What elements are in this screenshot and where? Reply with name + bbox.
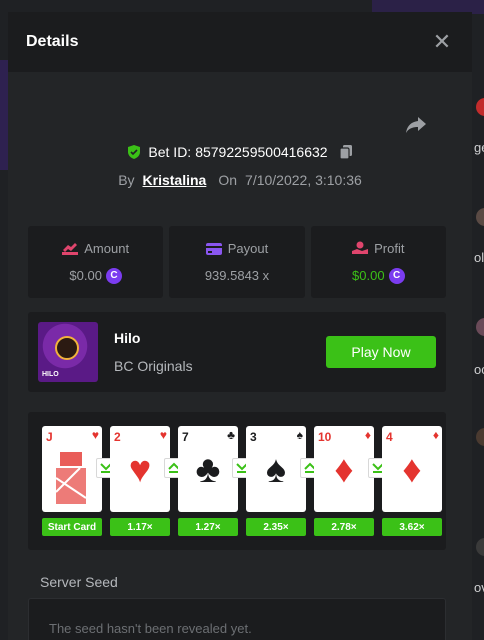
background-text: ge	[474, 140, 484, 155]
bet-date: 7/10/2022, 3:10:36	[245, 172, 362, 188]
multiplier-badge: 1.17×	[110, 518, 170, 536]
stat-value: 939.5843 x	[204, 268, 270, 283]
card-rank: 3	[250, 430, 257, 444]
copy-icon[interactable]	[338, 144, 354, 160]
card-item: 3 ♠ ♠ 2.35×	[246, 426, 306, 536]
multiplier-badge: Start Card	[42, 518, 102, 536]
card-suit-icon: ♣	[227, 428, 235, 442]
stat-amount: Amount $0.00 C	[28, 226, 164, 298]
multiplier-badge: 2.35×	[246, 518, 306, 536]
background-avatar	[476, 318, 484, 336]
background-text: oc	[474, 362, 484, 377]
multiplier-badge: 3.62×	[382, 518, 442, 536]
background-avatar	[476, 208, 484, 226]
card-history: J ♥ Start Card 2 ♥ ♥ 1.17× 7 ♣ ♣ 1.27× 3…	[28, 412, 446, 550]
bet-id-row: Bet ID: 85792259500416632	[8, 144, 472, 160]
multiplier-badge: 1.27×	[178, 518, 238, 536]
game-card: HILO Hilo BC Originals Play Now	[28, 312, 446, 392]
server-seed-label: Server Seed	[40, 574, 118, 590]
playing-card: J ♥	[42, 426, 102, 512]
on-label: On	[218, 172, 238, 188]
background-avatar	[476, 98, 484, 116]
payout-icon	[205, 242, 222, 255]
card-item: 2 ♥ ♥ 1.17×	[110, 426, 170, 536]
card-suit-icon: ♣	[195, 449, 221, 491]
card-item: 4 ♦ ♦ 3.62×	[382, 426, 442, 536]
bet-id-value: 85792259500416632	[195, 144, 328, 160]
playing-card: 10 ♦ ♦	[314, 426, 374, 512]
stat-payout: Payout 939.5843 x	[169, 226, 305, 298]
playing-card: 7 ♣ ♣	[178, 426, 238, 512]
card-suit-icon: ♦	[334, 449, 354, 491]
card-rank: J	[46, 430, 53, 444]
card-item: 7 ♣ ♣ 1.27×	[178, 426, 238, 536]
close-icon[interactable]: ✕	[430, 29, 454, 54]
card-rank: 7	[182, 430, 189, 444]
by-label: By	[118, 172, 135, 188]
card-item: J ♥ Start Card	[42, 426, 102, 536]
stat-label: Payout	[227, 241, 269, 256]
bet-meta-row: By Kristalina On 7/10/2022, 3:10:36	[8, 172, 472, 188]
playing-card: 3 ♠ ♠	[246, 426, 306, 512]
thumb-label: HILO	[42, 371, 59, 378]
game-name[interactable]: Hilo	[114, 330, 140, 346]
server-seed-text: The seed hasn't been revealed yet.	[49, 621, 252, 636]
coin-icon: C	[105, 267, 122, 284]
card-suit-icon: ♥	[159, 428, 167, 442]
playing-card: 2 ♥ ♥	[110, 426, 170, 512]
card-rank: 4	[386, 430, 393, 444]
card-suit-icon: ♦	[432, 428, 439, 442]
modal-header: Details ✕	[8, 12, 472, 72]
server-seed-field: The seed hasn't been revealed yet.	[28, 598, 446, 640]
jack-face-icon	[55, 452, 87, 504]
card-suit-icon: ♦	[364, 428, 371, 442]
card-suit-icon: ♠	[265, 449, 287, 491]
playing-card: 4 ♦ ♦	[382, 426, 442, 512]
background-text: ol	[474, 250, 484, 265]
stat-label: Amount	[84, 240, 130, 256]
stat-profit: Profit $0.00 C	[310, 226, 446, 298]
card-rank: 2	[114, 430, 121, 444]
background-chat-strip: ge ol oc ov	[472, 0, 484, 640]
game-mascot-icon	[55, 336, 79, 360]
background-sidebar	[0, 60, 8, 170]
background-avatar	[476, 538, 484, 556]
bet-id-label: Bet ID:	[148, 144, 192, 160]
verified-shield-icon	[128, 145, 141, 159]
username-link[interactable]: Kristalina	[143, 172, 207, 188]
card-suit-icon: ♠	[296, 428, 303, 442]
card-suit-icon: ♥	[128, 449, 152, 491]
stat-label: Profit	[374, 240, 405, 256]
profit-icon	[352, 241, 369, 254]
share-icon[interactable]	[404, 112, 428, 136]
background-text: ov	[474, 580, 484, 595]
card-suit-icon: ♥	[91, 428, 99, 442]
stat-value: $0.00	[69, 268, 102, 283]
multiplier-badge: 2.78×	[314, 518, 374, 536]
bet-details-modal: Details ✕ Bet ID: 85792259500416632 By K…	[8, 12, 472, 640]
game-thumbnail[interactable]: HILO	[38, 322, 98, 382]
stat-value: $0.00	[352, 268, 385, 283]
amount-icon	[62, 243, 79, 255]
modal-title: Details	[26, 33, 79, 50]
card-suit-icon: ♦	[402, 449, 422, 491]
coin-icon: C	[388, 267, 405, 284]
background-avatar	[476, 428, 484, 446]
bet-stats: Amount $0.00 C Payout 939.5843 x Profit …	[28, 226, 446, 298]
play-now-button[interactable]: Play Now	[326, 336, 436, 368]
game-provider: BC Originals	[114, 358, 193, 374]
card-item: 10 ♦ ♦ 2.78×	[314, 426, 374, 536]
card-rank: 10	[318, 430, 332, 444]
